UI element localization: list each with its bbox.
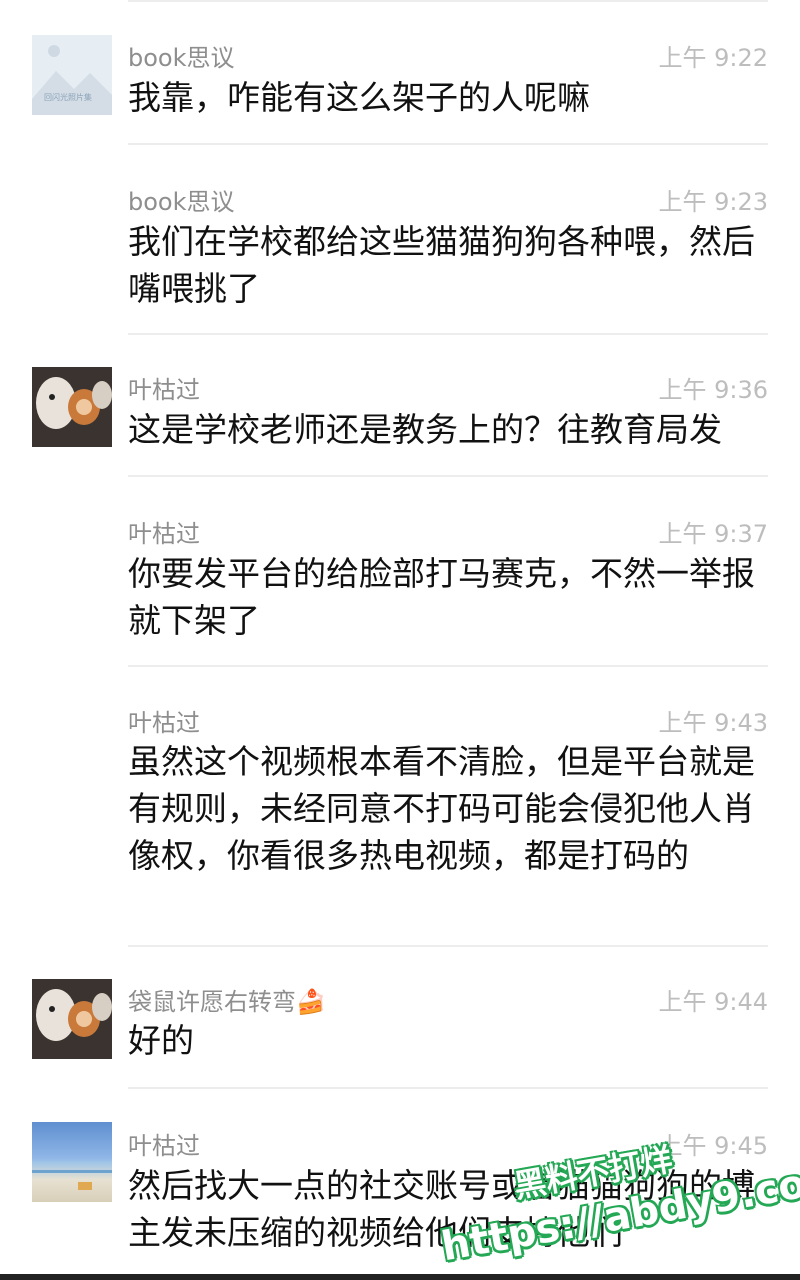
- sender-name: 叶枯过: [128, 1132, 200, 1160]
- avatar[interactable]: [32, 979, 112, 1059]
- timestamp: 上午 9:43: [658, 709, 768, 737]
- avatar-caption: 回闪光照片集: [44, 93, 92, 102]
- message-text: 好的: [128, 1021, 194, 1060]
- divider: [128, 143, 768, 145]
- bottom-edge: [0, 1274, 800, 1280]
- message-text: 虽然这个视频根本看不清脸，但是平台就是有规则，未经同意不打码可能会侵犯他人肖像权…: [128, 742, 755, 875]
- divider: [128, 945, 768, 947]
- message-text: 我们在学校都给这些猫猫狗狗各种喂，然后嘴喂挑了: [128, 222, 755, 308]
- avatar[interactable]: 回闪光照片集: [32, 35, 112, 115]
- message-text: 这是学校老师还是教务上的？往教育局发: [128, 410, 722, 449]
- divider: [128, 475, 768, 477]
- sender-name: 袋鼠许愿右转弯🍰: [128, 988, 326, 1016]
- divider: [128, 1087, 768, 1089]
- timestamp: 上午 9:37: [658, 520, 768, 548]
- sender-name: book思议: [128, 188, 235, 216]
- timestamp: 上午 9:23: [658, 188, 768, 216]
- animal-photo-icon: [32, 367, 112, 447]
- divider: [128, 0, 768, 2]
- sender-name: 叶枯过: [128, 520, 200, 548]
- sender-name: 叶枯过: [128, 376, 200, 404]
- avatar[interactable]: [32, 367, 112, 447]
- landscape-icon: [32, 45, 112, 115]
- cake-icon: 🍰: [296, 988, 326, 1016]
- timestamp: 上午 9:44: [658, 988, 768, 1016]
- timestamp: 上午 9:22: [658, 44, 768, 72]
- divider: [128, 333, 768, 335]
- timestamp: 上午 9:36: [658, 376, 768, 404]
- animal-photo-icon: [32, 979, 112, 1059]
- message-text: 你要发平台的给脸部打马赛克，不然一举报就下架了: [128, 554, 755, 640]
- message-text: 我靠，咋能有这么架子的人呢嘛: [128, 78, 590, 117]
- divider: [128, 665, 768, 667]
- timestamp: 上午 9:45: [658, 1132, 768, 1160]
- beach-photo-icon: [32, 1170, 112, 1190]
- avatar[interactable]: [32, 1122, 112, 1202]
- sender-name: book思议: [128, 44, 235, 72]
- sender-name: 叶枯过: [128, 709, 200, 737]
